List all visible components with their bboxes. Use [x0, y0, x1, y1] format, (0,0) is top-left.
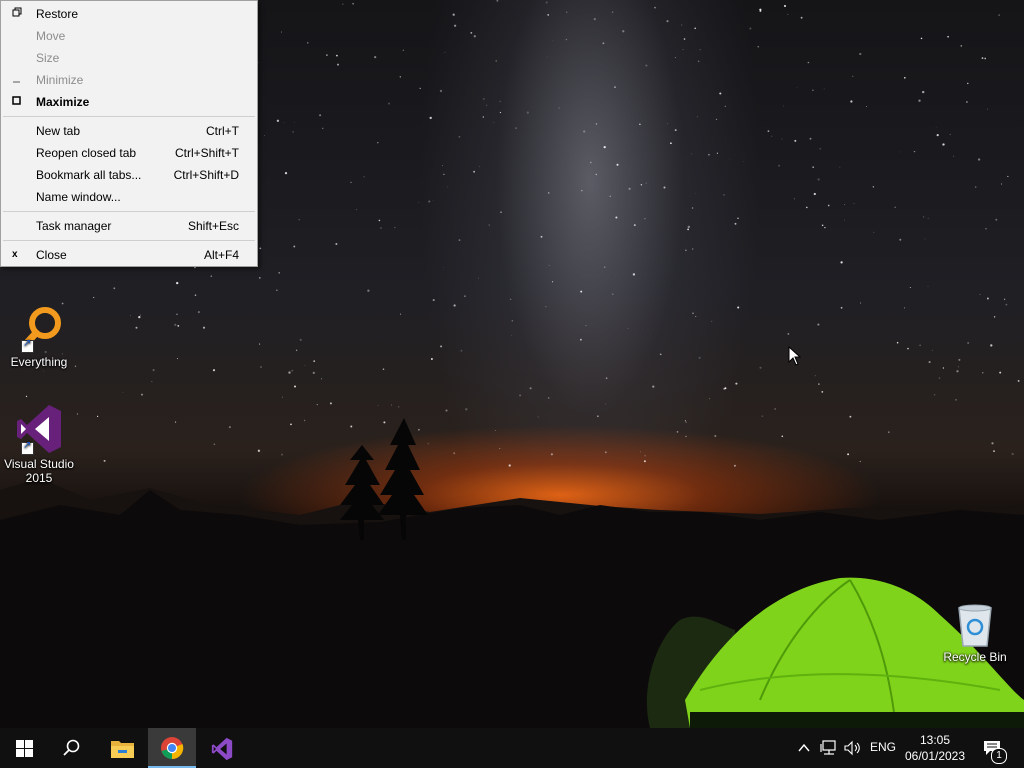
- visual-studio-icon: [211, 737, 233, 761]
- menu-item-minimize[interactable]: Minimize: [1, 69, 257, 91]
- menu-item-task-manager[interactable]: Task manager Shift+Esc: [1, 215, 257, 237]
- menu-item-maximize[interactable]: Maximize: [1, 91, 257, 113]
- menu-item-size[interactable]: Size: [1, 47, 257, 69]
- window-system-menu: Restore Move Size Minimize Maximize New …: [0, 0, 258, 267]
- menu-item-label: Bookmark all tabs...: [36, 168, 142, 182]
- clock-time: 13:05: [919, 733, 951, 747]
- menu-item-close[interactable]: x Close Alt+F4: [1, 244, 257, 266]
- menu-item-new-tab[interactable]: New tab Ctrl+T: [1, 120, 257, 142]
- desktop-icon-recycle-bin[interactable]: Recycle Bin: [936, 602, 1014, 664]
- shortcut-arrow-icon: [21, 338, 34, 353]
- menu-item-label: Maximize: [36, 95, 90, 109]
- show-hidden-icons-chevron-icon[interactable]: [797, 741, 811, 755]
- action-center-button[interactable]: 1: [976, 728, 1010, 768]
- menu-item-shortcut: Shift+Esc: [187, 219, 239, 233]
- notification-count-badge: 1: [991, 748, 1007, 764]
- desktop-icon-visual-studio[interactable]: Visual Studio 2015: [0, 403, 78, 485]
- menu-item-label: Close: [36, 248, 67, 262]
- menu-item-shortcut: Ctrl+Shift+T: [174, 146, 239, 160]
- start-icon: [16, 740, 33, 757]
- menu-separator: [3, 240, 255, 241]
- minimize-icon: [12, 73, 24, 87]
- menu-item-shortcut: Ctrl+T: [206, 124, 239, 138]
- menu-item-bookmark-all-tabs[interactable]: Bookmark all tabs... Ctrl+Shift+D: [1, 164, 257, 186]
- volume-icon[interactable]: [844, 740, 862, 756]
- desktop-icon-label-line1: Visual Studio: [4, 457, 74, 471]
- desktop-icon-everything[interactable]: Everything: [0, 305, 78, 369]
- recycle-bin-icon: [953, 602, 997, 648]
- taskbar-file-explorer[interactable]: [98, 728, 146, 768]
- close-icon: x: [12, 249, 18, 260]
- menu-item-label: Size: [36, 51, 60, 65]
- everything-icon: [15, 305, 63, 353]
- menu-item-label: New tab: [36, 124, 81, 138]
- menu-item-reopen-closed-tab[interactable]: Reopen closed tab Ctrl+Shift+T: [1, 142, 257, 164]
- shortcut-arrow-icon: [21, 440, 34, 455]
- desktop-icon-label: Everything: [10, 355, 68, 369]
- menu-item-label: Task manager: [36, 219, 112, 233]
- taskbar-chrome[interactable]: [148, 728, 196, 768]
- clock[interactable]: 13:05 06/01/2023: [900, 732, 970, 764]
- menu-item-shortcut: Alt+F4: [203, 248, 239, 262]
- clock-date: 06/01/2023: [904, 749, 966, 763]
- mouse-cursor-icon: [788, 346, 802, 366]
- search-icon: [63, 739, 80, 756]
- desktop-icon-label: Recycle Bin: [943, 650, 1007, 664]
- menu-item-restore[interactable]: Restore: [1, 3, 257, 25]
- menu-item-label: Minimize: [36, 73, 84, 87]
- menu-item-label: Reopen closed tab: [36, 146, 137, 160]
- taskbar: ENG 13:05 06/01/2023 1: [0, 728, 1024, 768]
- search-button[interactable]: [48, 728, 96, 768]
- menu-item-label: Move: [36, 29, 66, 43]
- chrome-icon: [161, 737, 184, 760]
- restore-icon: [12, 7, 24, 21]
- maximize-icon: [12, 95, 24, 109]
- menu-separator: [3, 211, 255, 212]
- file-explorer-icon: [111, 741, 134, 758]
- taskbar-visual-studio[interactable]: [198, 728, 246, 768]
- menu-item-shortcut: Ctrl+Shift+D: [173, 168, 239, 182]
- desktop-icon-label-line2: 2015: [25, 471, 53, 485]
- menu-item-move[interactable]: Move: [1, 25, 257, 47]
- network-icon[interactable]: [820, 740, 838, 756]
- menu-item-label: Restore: [36, 7, 79, 21]
- input-language-indicator[interactable]: ENG: [870, 740, 896, 754]
- menu-item-name-window[interactable]: Name window...: [1, 186, 257, 208]
- visual-studio-icon: [15, 403, 63, 455]
- menu-item-label: Name window...: [36, 190, 121, 204]
- menu-separator: [3, 116, 255, 117]
- start-button[interactable]: [0, 728, 48, 768]
